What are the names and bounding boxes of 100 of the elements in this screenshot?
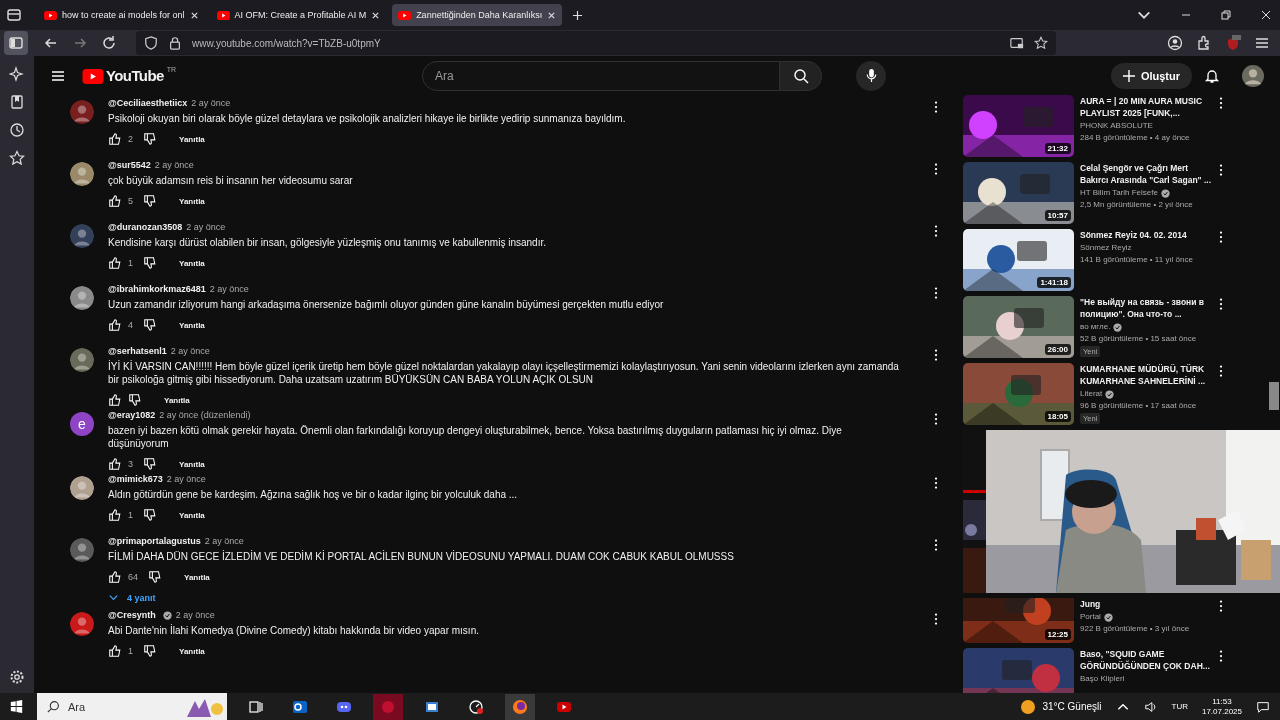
browser-tab[interactable]: AI OFM: Create a Profitable AI M — [210, 4, 387, 26]
comment-time[interactable]: 2 ay önce — [154, 160, 194, 170]
scrollbar-thumb[interactable] — [1269, 382, 1279, 410]
thumbs-down-icon[interactable] — [143, 644, 157, 658]
reply-button[interactable]: Yanıtla — [175, 644, 209, 658]
comment-author[interactable]: @primaportalagustus — [108, 536, 201, 546]
thumbs-up-icon[interactable] — [108, 508, 122, 522]
more-options-icon[interactable] — [1219, 650, 1223, 662]
thumbs-up-icon[interactable] — [108, 132, 122, 146]
speaker-icon[interactable] — [1143, 699, 1158, 714]
thumbs-up-icon[interactable] — [108, 644, 122, 658]
reload-icon[interactable] — [101, 35, 117, 51]
thumbs-up-icon[interactable] — [108, 318, 122, 332]
avatar-icon[interactable] — [1242, 64, 1264, 87]
more-options-icon[interactable] — [934, 613, 938, 625]
reply-button[interactable]: Yanıtla — [175, 132, 209, 146]
more-options-icon[interactable] — [934, 539, 938, 551]
thumbs-down-icon[interactable] — [128, 393, 142, 407]
comment-time[interactable]: 2 ay önce — [209, 284, 249, 294]
menu-icon[interactable] — [1254, 35, 1270, 51]
close-icon[interactable] — [371, 10, 381, 20]
more-options-icon[interactable] — [934, 225, 938, 237]
channel-name[interactable]: во мгле. — [1080, 322, 1111, 332]
video-title[interactable]: Baso, "SQUID GAME GÖRÜNDÜĞÜNDEN ÇOK DAH... — [1080, 648, 1217, 672]
reply-button[interactable]: Yanıtla — [175, 194, 209, 208]
tab-list-icon[interactable] — [6, 7, 22, 23]
more-options-icon[interactable] — [934, 349, 938, 361]
more-options-icon[interactable] — [934, 101, 938, 113]
channel-name[interactable]: Sönmez Reyiz — [1080, 243, 1132, 253]
thumbs-down-icon[interactable] — [148, 570, 162, 584]
extension-shield-icon[interactable] — [1225, 35, 1241, 51]
close-icon[interactable] — [1260, 9, 1272, 21]
avatar[interactable] — [70, 612, 94, 636]
thumbs-down-icon[interactable] — [143, 508, 157, 522]
more-options-icon[interactable] — [934, 477, 938, 489]
comment-author[interactable]: @Ceciliaesthetiicx — [108, 98, 188, 108]
weather-text[interactable]: 31°C Güneşli — [1042, 701, 1102, 712]
close-icon[interactable] — [547, 10, 557, 20]
clock-icon[interactable] — [7, 120, 27, 140]
video-title[interactable]: Sönmez Reyiz 04. 02. 2014 — [1080, 229, 1217, 241]
video-title[interactable]: KUMARHANE MÜDÜRÜ, TÜRK KUMARHANE SAHNELERİNİ ... — [1080, 363, 1217, 387]
restore-icon[interactable] — [1220, 9, 1232, 21]
thumbs-up-icon[interactable] — [108, 457, 122, 471]
thumbs-up-icon[interactable] — [108, 256, 122, 270]
comment-time[interactable]: 2 ay önce — [191, 98, 231, 108]
avatar[interactable] — [70, 286, 94, 310]
video-title[interactable]: AURA = | 20 MIN AURA MUSIC PLAYLIST 2025 [FUNK,... — [1080, 95, 1217, 119]
avatar[interactable] — [70, 348, 94, 372]
picture-in-picture-icon[interactable] — [1010, 36, 1024, 50]
avatar[interactable] — [70, 224, 94, 248]
thumbs-down-icon[interactable] — [143, 194, 157, 208]
more-options-icon[interactable] — [1219, 365, 1223, 377]
thumbs-down-icon[interactable] — [143, 132, 157, 146]
more-options-icon[interactable] — [934, 287, 938, 299]
microphone-button[interactable] — [856, 60, 886, 91]
video-title[interactable]: Celal Şengör ve Çağrı Mert Bakırcı Arasında "Carl Sagan" ... — [1080, 162, 1217, 186]
comment-time[interactable]: 2 ay önce (düzenlendi) — [159, 410, 251, 420]
thumbs-up-icon[interactable] — [108, 194, 122, 208]
comment-author[interactable]: @sur5542 — [108, 160, 151, 170]
reply-button[interactable]: Yanıtla — [160, 393, 194, 407]
search-field[interactable]: Ara — [422, 60, 780, 91]
replies-toggle[interactable]: 4 yanıt — [108, 588, 156, 607]
comment-time[interactable]: 2 ay önce — [170, 346, 210, 356]
comment-author[interactable]: @duranozan3508 — [108, 222, 183, 232]
more-options-icon[interactable] — [1219, 164, 1223, 176]
thumbs-down-icon[interactable] — [143, 457, 157, 471]
browser-app-icon[interactable] — [505, 693, 535, 720]
more-options-icon[interactable] — [934, 163, 938, 175]
more-options-icon[interactable] — [1219, 298, 1223, 310]
bell-icon[interactable] — [1204, 67, 1220, 84]
windows-start-icon[interactable] — [10, 700, 23, 713]
search-button[interactable] — [780, 60, 822, 91]
thumbs-up-icon[interactable] — [108, 570, 122, 584]
star-icon[interactable] — [7, 148, 27, 168]
browser-tab[interactable]: Zannettiğinden Daha Karanlıksı — [392, 4, 563, 26]
avatar[interactable] — [70, 538, 94, 562]
notification-icon[interactable] — [1256, 699, 1270, 714]
language-indicator[interactable]: TUR — [1171, 702, 1188, 711]
reply-button[interactable]: Yanıtla — [175, 318, 209, 332]
avatar[interactable] — [70, 162, 94, 186]
channel-name[interactable]: HT Bilim Tarih Felsefe — [1080, 188, 1158, 198]
settings-icon[interactable] — [9, 669, 25, 685]
avatar[interactable] — [70, 100, 94, 124]
taskbar-search[interactable]: Ara — [37, 693, 227, 720]
avatar[interactable] — [70, 476, 94, 500]
new-tab-icon[interactable] — [572, 9, 584, 21]
comment-time[interactable]: 2 ay önce — [175, 610, 215, 620]
shield-icon[interactable] — [144, 36, 158, 50]
thumbs-down-icon[interactable] — [143, 318, 157, 332]
comment-author[interactable]: @serhatsenl1 — [108, 346, 167, 356]
reply-button[interactable]: Yanıtla — [180, 570, 214, 584]
star-icon[interactable] — [1034, 36, 1048, 50]
extensions-icon[interactable] — [1196, 35, 1212, 51]
sidebar-icon[interactable] — [4, 31, 28, 55]
comment-time[interactable]: 2 ay önce — [204, 536, 244, 546]
more-options-icon[interactable] — [934, 413, 938, 425]
reply-button[interactable]: Yanıtla — [175, 457, 209, 471]
channel-name[interactable]: Portal — [1080, 612, 1101, 622]
comment-time[interactable]: 2 ay önce — [166, 474, 206, 484]
more-options-icon[interactable] — [1219, 97, 1223, 109]
